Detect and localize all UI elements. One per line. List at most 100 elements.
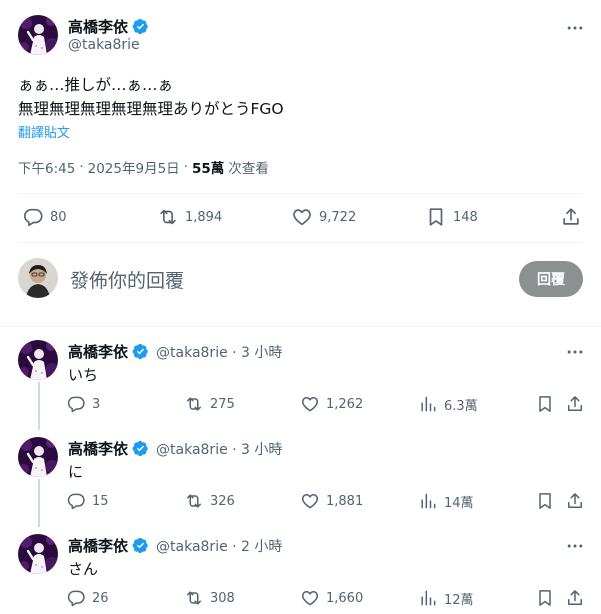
bookmark-button[interactable] — [535, 588, 555, 608]
views-count: 14萬 — [444, 495, 474, 511]
divider — [18, 242, 583, 243]
bookmark-icon — [535, 588, 555, 608]
repost-count: 1,894 — [185, 209, 223, 225]
views-button[interactable]: 14萬 — [418, 491, 474, 511]
repost-button[interactable]: 275 — [184, 394, 235, 414]
repost-button[interactable]: 326 — [184, 491, 235, 511]
bookmark-button[interactable] — [535, 491, 555, 511]
share-icon — [565, 394, 585, 414]
reply-author-name-text[interactable]: 高橋李依 — [68, 438, 128, 459]
reply-icon — [66, 588, 86, 608]
translate-post-link[interactable]: 翻譯貼文 — [18, 122, 70, 141]
reply-handle-time[interactable]: @taka8rie · 2 小時 — [156, 536, 282, 556]
views-count: 6.3萬 — [444, 398, 478, 414]
tweet-time[interactable]: 下午6:45 — [18, 157, 75, 177]
views-label: 次查看 — [228, 161, 269, 177]
reply-author-name-text[interactable]: 高橋李依 — [68, 535, 128, 556]
like-count: 9,722 — [319, 209, 357, 225]
share-button[interactable] — [565, 491, 585, 511]
repost-count: 275 — [210, 396, 235, 412]
more-icon[interactable] — [563, 536, 587, 556]
share-icon — [560, 206, 582, 228]
reply-author-name[interactable]: 高橋李依 @taka8rie · 3 小時 — [68, 341, 282, 362]
verified-badge-icon — [132, 18, 149, 35]
share-button[interactable] — [565, 588, 585, 608]
like-button[interactable]: 1,262 — [300, 394, 363, 414]
tweet-text: ぁぁ…推しが…ぁ…ぁ 無理無理無理無理無理ありがとうFGO — [18, 73, 284, 121]
reply-icon — [22, 206, 44, 228]
views-icon — [418, 394, 438, 414]
reply-text: さん — [68, 560, 99, 578]
divider — [18, 193, 583, 194]
like-icon — [300, 394, 320, 414]
meta-separator: · — [183, 159, 188, 175]
views-button[interactable]: 12萬 — [418, 588, 474, 608]
reply-author-avatar[interactable] — [18, 437, 58, 477]
author-avatar[interactable] — [18, 15, 58, 55]
bookmark-icon — [535, 394, 555, 414]
share-button[interactable] — [565, 394, 585, 414]
reply-count: 80 — [50, 209, 67, 225]
repost-button[interactable]: 1,894 — [157, 206, 222, 228]
views-icon — [418, 588, 438, 608]
tweet-text-line: 無理無理無理無理無理ありがとうFGO — [18, 100, 284, 118]
reply-button[interactable]: 26 — [66, 588, 109, 608]
reply-count: 26 — [92, 590, 109, 606]
views-button[interactable]: 6.3萬 — [418, 394, 478, 414]
reply-author-name-text[interactable]: 高橋李依 — [68, 341, 128, 362]
tweet-text-line: ぁぁ…推しが…ぁ…ぁ — [18, 76, 174, 94]
reply-submit-button[interactable]: 回覆 — [519, 261, 583, 297]
current-user-avatar[interactable] — [18, 258, 58, 298]
bookmark-icon — [535, 491, 555, 511]
views-icon — [418, 491, 438, 511]
repost-icon — [157, 206, 179, 228]
tweet-metadata: 下午6:45 · 2025年9月5日 · 55萬 次查看 — [18, 157, 269, 177]
more-icon[interactable] — [563, 18, 587, 38]
tweet-date[interactable]: 2025年9月5日 — [88, 157, 180, 177]
like-icon — [291, 206, 313, 228]
reply-text: いち — [68, 366, 99, 384]
reply-author-name[interactable]: 高橋李依 @taka8rie · 3 小時 — [68, 438, 282, 459]
reply-count: 15 — [92, 493, 109, 509]
reply-icon — [66, 491, 86, 511]
reply-handle-time[interactable]: @taka8rie · 3 小時 — [156, 342, 282, 362]
bookmark-icon — [425, 206, 447, 228]
like-button[interactable]: 1,881 — [300, 491, 363, 511]
more-icon[interactable] — [563, 342, 587, 362]
verified-badge-icon — [132, 537, 149, 554]
thread-connector — [38, 382, 40, 430]
reply-button[interactable]: 3 — [66, 394, 100, 414]
reply-author-avatar[interactable] — [18, 534, 58, 574]
bookmark-button[interactable]: 148 — [425, 206, 478, 228]
reply-author-avatar[interactable] — [18, 340, 58, 380]
like-button[interactable]: 9,722 — [291, 206, 356, 228]
divider — [0, 326, 601, 327]
reply-button[interactable]: 80 — [22, 206, 67, 228]
like-count: 1,881 — [326, 493, 364, 509]
reply-input[interactable]: 發佈你的回覆 — [70, 266, 184, 293]
reply-handle-time[interactable]: @taka8rie · 3 小時 — [156, 439, 282, 459]
like-count: 1,660 — [326, 590, 364, 606]
repost-count: 308 — [210, 590, 235, 606]
meta-separator: · — [79, 159, 84, 175]
share-icon — [565, 588, 585, 608]
thread-connector — [38, 479, 40, 527]
author-name-text[interactable]: 高橋李依 — [68, 16, 128, 37]
repost-button[interactable]: 308 — [184, 588, 235, 608]
share-button[interactable] — [560, 206, 582, 228]
author-display-name[interactable]: 高橋李依 — [68, 16, 149, 37]
like-button[interactable]: 1,660 — [300, 588, 363, 608]
like-icon — [300, 588, 320, 608]
views-count[interactable]: 55萬 — [192, 157, 224, 177]
like-count: 1,262 — [326, 396, 364, 412]
author-handle[interactable]: @taka8rie — [68, 37, 140, 53]
reply-icon — [66, 394, 86, 414]
repost-icon — [184, 394, 204, 414]
share-icon — [565, 491, 585, 511]
reply-button[interactable]: 15 — [66, 491, 109, 511]
bookmark-button[interactable] — [535, 394, 555, 414]
reply-author-name[interactable]: 高橋李依 @taka8rie · 2 小時 — [68, 535, 282, 556]
verified-badge-icon — [132, 343, 149, 360]
repost-icon — [184, 491, 204, 511]
reply-text: に — [68, 463, 84, 481]
